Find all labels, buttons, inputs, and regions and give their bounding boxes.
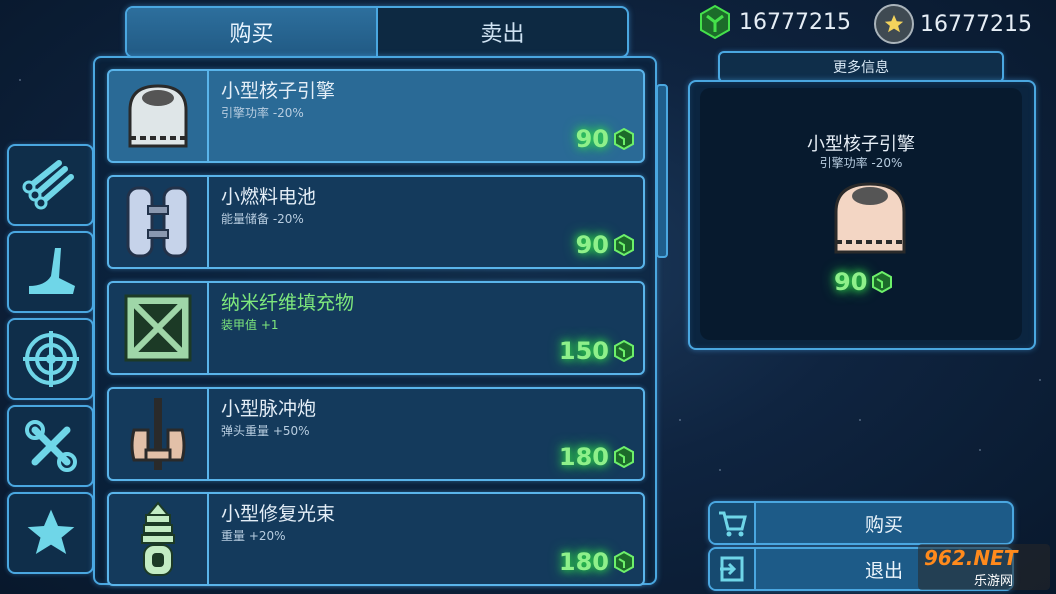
star-currency-amount: 16777215 (920, 11, 1032, 37)
green-cube-icon (614, 446, 634, 468)
side-tab-weapons[interactable] (7, 318, 94, 400)
green-cube-icon (872, 271, 893, 293)
list-item[interactable]: 小型核子引擎 引擎功率 -20% 90 (107, 69, 645, 163)
detail-inner: 小型核子引擎 引擎功率 -20% 90 (700, 88, 1022, 340)
item-price: 90 (576, 231, 635, 259)
side-tab-special[interactable] (7, 492, 94, 574)
watermark-text: 乐游网 (974, 574, 1014, 589)
green-currency-amount: 16777215 (739, 9, 851, 35)
item-desc: 引擎功率 -20% (221, 106, 304, 120)
item-name: 小型修复光束 (221, 503, 336, 525)
list-scrollbar[interactable] (656, 84, 668, 258)
list-item[interactable]: 小型修复光束 重量 +20% 180 (107, 492, 645, 586)
side-tab-tools[interactable] (7, 405, 94, 487)
more-info-button[interactable]: 更多信息 (718, 51, 1004, 83)
boot-icon (28, 248, 75, 294)
item-thumb (109, 389, 209, 479)
engine-icon (128, 84, 188, 148)
green-cube-icon (614, 340, 634, 362)
green-cube-icon (614, 234, 634, 256)
item-price: 90 (576, 125, 635, 153)
item-desc: 弹头重量 +50% (221, 424, 310, 438)
item-price-value: 90 (575, 231, 609, 259)
item-price-value: 180 (558, 548, 609, 576)
star-currency: 16777215 (874, 4, 1032, 44)
watermark-logo: 962.NET (924, 546, 1018, 570)
buy-button[interactable]: 购买 (708, 501, 1014, 545)
item-name: 小型核子引擎 (221, 80, 336, 102)
item-thumb (109, 71, 209, 161)
item-name: 小燃料电池 (221, 186, 317, 208)
repair-beam-icon (141, 501, 175, 576)
green-cube-icon (614, 551, 634, 573)
detail-price: 90 (834, 268, 893, 296)
item-thumb (109, 283, 209, 373)
nanofiber-icon (124, 294, 192, 362)
item-desc: 重量 +20% (221, 529, 286, 543)
trade-tabs: 购买 卖出 (125, 6, 629, 58)
detail-item-desc: 引擎功率 -20% (819, 156, 903, 170)
side-tab-materials[interactable] (7, 144, 94, 226)
cart-icon (710, 503, 756, 543)
item-thumb (109, 177, 209, 267)
tab-buy[interactable]: 购买 (127, 8, 376, 56)
item-name: 纳米纤维填充物 (221, 292, 355, 314)
detail-price-value: 90 (834, 268, 868, 296)
list-item[interactable]: 纳米纤维填充物 装甲值 +1 150 (107, 281, 645, 375)
item-name: 小型脉冲炮 (221, 398, 317, 420)
star-coin-icon (874, 4, 914, 44)
tab-sell[interactable]: 卖出 (376, 8, 627, 56)
item-price: 150 (559, 337, 635, 365)
item-price-value: 90 (575, 125, 609, 153)
item-thumb (109, 494, 209, 584)
item-detail-panel: 小型核子引擎 引擎功率 -20% 90 (688, 80, 1036, 350)
green-cube-icon (700, 4, 730, 40)
pipes-icon (22, 160, 74, 210)
target-icon (22, 331, 79, 387)
list-item[interactable]: 小型脉冲炮 弹头重量 +50% 180 (107, 387, 645, 481)
exit-icon (710, 549, 756, 589)
list-item[interactable]: 小燃料电池 能量储备 -20% 90 (107, 175, 645, 269)
fuel-cell-icon (126, 186, 190, 258)
side-tab-engines[interactable] (7, 231, 94, 313)
star-icon (27, 509, 74, 554)
item-price: 180 (559, 443, 635, 471)
tools-icon (24, 420, 77, 472)
item-price: 180 (559, 548, 635, 576)
pulse-cannon-icon (130, 398, 186, 470)
engine-icon (834, 182, 906, 254)
item-price-value: 180 (558, 443, 609, 471)
green-currency: 16777215 (697, 4, 851, 40)
site-watermark: 962.NET 乐游网 (918, 544, 1050, 590)
item-desc: 装甲值 +1 (221, 318, 279, 332)
item-price-value: 150 (558, 337, 609, 365)
buy-button-label: 购买 (864, 513, 903, 536)
detail-item-name: 小型核子引擎 (807, 134, 915, 155)
item-desc: 能量储备 -20% (221, 212, 304, 226)
green-cube-icon (614, 128, 634, 150)
